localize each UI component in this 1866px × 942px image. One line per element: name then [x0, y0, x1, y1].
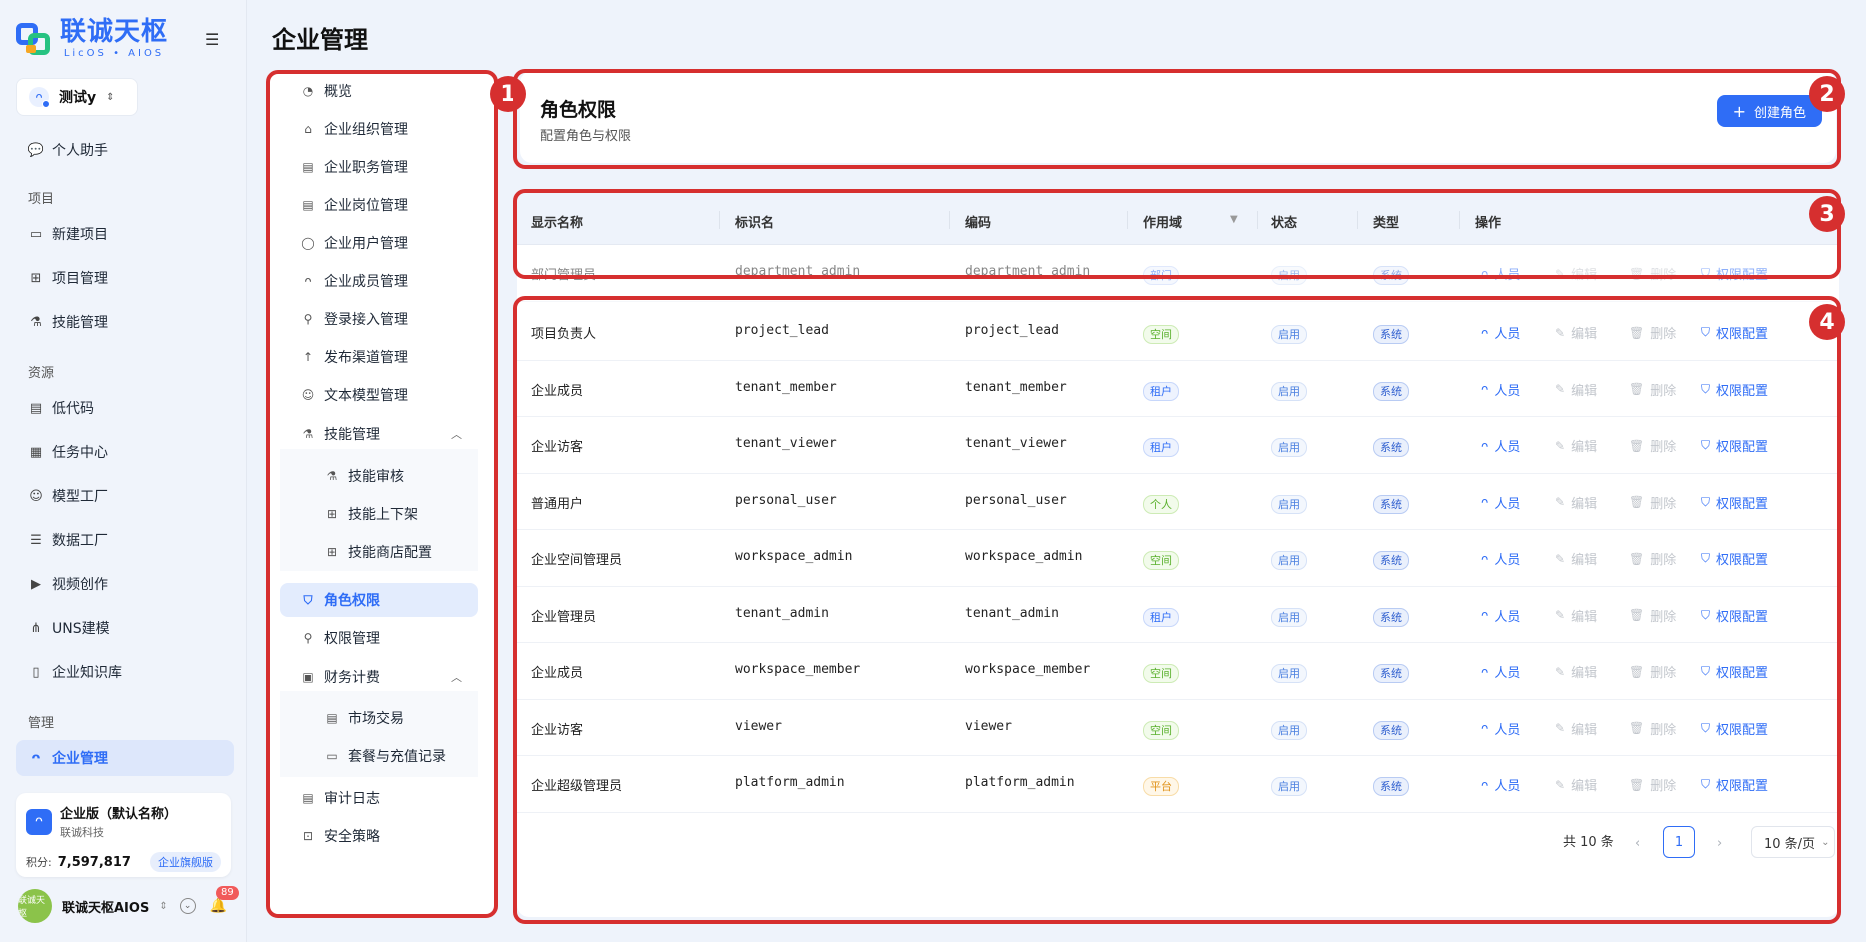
- nav-item-1-6[interactable]: ▯ 企业知识库: [16, 654, 234, 690]
- calendar-icon: ▦: [29, 444, 43, 460]
- nav-item-0-2[interactable]: ⚗ 技能管理: [16, 304, 234, 340]
- database-icon: ☰: [30, 532, 42, 548]
- left-nav: 联诚天枢 LicOS • AIOS ☰ ᴖ 测试y ⇕ 💬 个人助手项目 ▭ 新…: [0, 0, 247, 942]
- nav-item-1-3[interactable]: ☰ 数据工厂: [16, 522, 234, 558]
- nav-group-label: 资源: [28, 366, 55, 381]
- video-icon: ▶: [31, 576, 41, 592]
- nav-group-label: 管理: [28, 716, 55, 731]
- nav-item-label: 企业知识库: [52, 665, 122, 681]
- nodes-icon: ⋔: [30, 620, 42, 636]
- nav-item-label: 模型工厂: [52, 489, 108, 505]
- nav-item-label: 数据工厂: [52, 533, 108, 549]
- flask-icon: ⚗: [30, 314, 42, 330]
- nav-item-label: 任务中心: [52, 445, 108, 461]
- points-label: 积分:: [26, 856, 52, 869]
- bottom-user-bar: 联诚天枢 联诚天枢AIOS ⇕ ⌄ 🔔 89: [18, 886, 239, 924]
- highlight-box-1: [266, 70, 498, 918]
- nav-item-1-0[interactable]: ▤ 低代码: [16, 390, 234, 426]
- nav-item-1-1[interactable]: ▦ 任务中心: [16, 434, 234, 470]
- brand-logo[interactable]: 联诚天枢 LicOS • AIOS: [14, 18, 168, 59]
- highlight-box-3: [513, 189, 1841, 279]
- nav-item-1-2[interactable]: ☺ 模型工厂: [16, 478, 234, 514]
- bell-icon[interactable]: 🔔: [210, 898, 227, 914]
- nav-item-1-4[interactable]: ▶ 视频创作: [16, 566, 234, 602]
- nav-item-label: 新建项目: [52, 227, 108, 243]
- points-value: 7,597,817: [57, 854, 131, 870]
- brand-title: 联诚天枢: [60, 17, 169, 47]
- nav-item-label: 低代码: [52, 401, 94, 417]
- tenant-switcher[interactable]: ᴖ 测试y ⇕: [16, 78, 138, 116]
- annotation-badge-3: 3: [1809, 196, 1845, 232]
- avatar[interactable]: 联诚天枢: [18, 889, 52, 923]
- enterprise-name: 企业版（默认名称）: [60, 807, 178, 822]
- monitor-icon: ▭: [29, 226, 43, 242]
- user-name[interactable]: 联诚天枢AIOS: [62, 897, 149, 916]
- nav-item-label: 企业管理: [52, 751, 108, 767]
- enterprise-card[interactable]: ᴖ 企业版（默认名称） 联诚科技 积分: 7,597,817 企业旗舰版: [16, 793, 231, 877]
- updown-arrow-icon[interactable]: ⇕: [159, 901, 167, 912]
- nav-item-0-1[interactable]: ⊞ 项目管理: [16, 260, 234, 296]
- nav-item-label: UNS建模: [52, 621, 110, 637]
- book-icon: ▯: [32, 664, 40, 680]
- chat-icon: 💬: [27, 142, 45, 158]
- brand-subtitle: LicOS • AIOS: [63, 48, 165, 59]
- robot-icon: ☺: [29, 488, 43, 504]
- page-title: 企业管理: [272, 26, 368, 54]
- nav-item-2-0[interactable]: ᴖ 企业管理: [16, 740, 234, 776]
- users-icon: ᴖ: [31, 750, 41, 766]
- highlight-box-2: [513, 69, 1841, 169]
- user-icon: ᴖ: [29, 87, 50, 108]
- nav-item-label: 项目管理: [52, 271, 108, 287]
- annotation-badge-2: 2: [1809, 76, 1845, 112]
- nav-item-0-0[interactable]: ▭ 新建项目: [16, 216, 234, 252]
- nav-group-label: 项目: [28, 192, 55, 207]
- nav-item-label: 技能管理: [52, 315, 108, 331]
- chevron-down-icon[interactable]: ⌄: [179, 898, 196, 914]
- nav-item-label: 个人助手: [52, 143, 108, 159]
- enterprise-org: 联诚科技: [60, 826, 104, 839]
- nav-item-label: 视频创作: [52, 577, 108, 593]
- doc-icon: ▤: [29, 400, 43, 416]
- plan-badge[interactable]: 企业旗舰版: [150, 852, 221, 872]
- grid-icon: ⊞: [30, 270, 42, 286]
- tenant-switch-label: 测试y: [59, 90, 97, 106]
- updown-arrow-icon: ⇕: [106, 91, 115, 103]
- nav-item-0[interactable]: 💬 个人助手: [16, 132, 234, 168]
- annotation-badge-4: 4: [1809, 304, 1845, 340]
- collapse-sidebar-icon[interactable]: ☰: [205, 30, 223, 49]
- enterprise-icon: ᴖ: [26, 808, 52, 835]
- notification-count: 89: [216, 886, 239, 900]
- nav-item-1-5[interactable]: ⋔ UNS建模: [16, 610, 234, 646]
- highlight-box-4: [513, 296, 1841, 924]
- logo-icon: [14, 19, 54, 59]
